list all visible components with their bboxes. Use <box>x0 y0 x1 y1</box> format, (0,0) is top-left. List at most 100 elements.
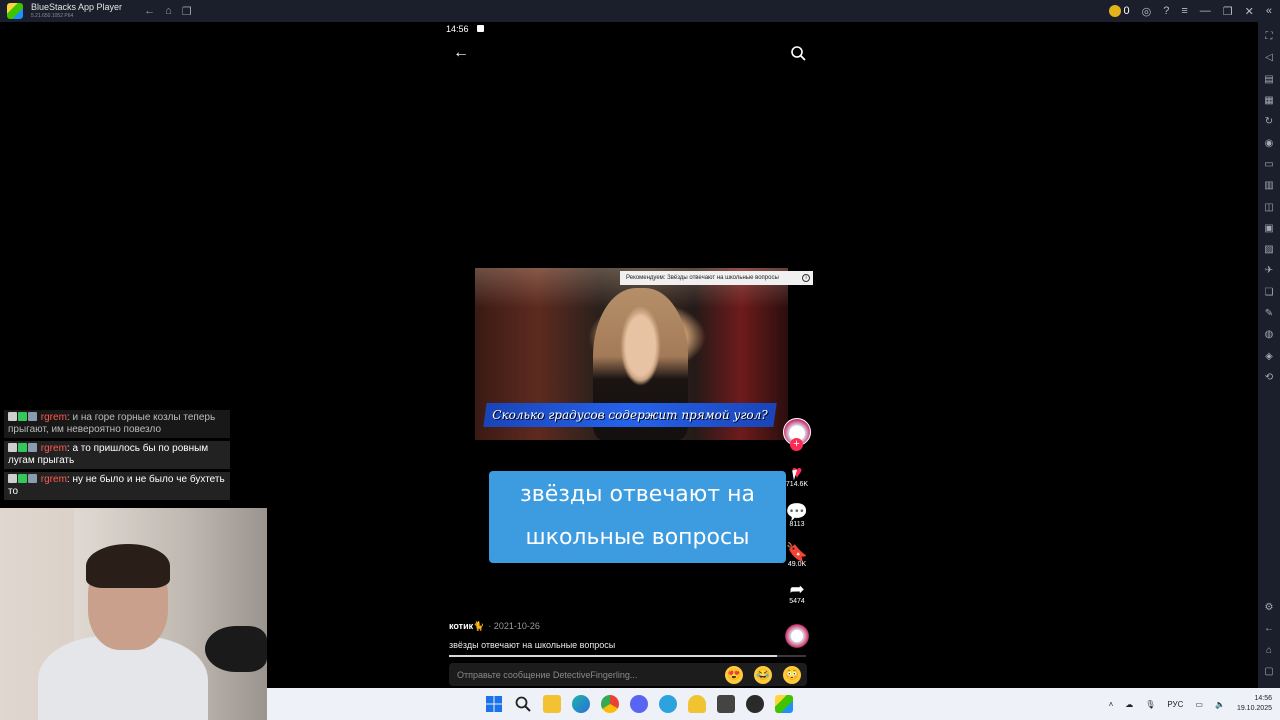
emoji-laugh-icon[interactable]: 😂 <box>754 666 772 684</box>
airplane-icon[interactable]: ✈ <box>1258 260 1280 281</box>
macro-icon[interactable]: ▭ <box>1258 154 1280 175</box>
share-action[interactable]: ➦ 5474 <box>777 580 817 605</box>
coins[interactable]: 0 <box>1108 5 1130 18</box>
verified-badge-icon <box>18 412 27 421</box>
comment-input[interactable] <box>449 663 719 686</box>
restore-icon[interactable]: ❐ <box>1223 5 1233 18</box>
bluestacks-taskbar-icon[interactable] <box>775 695 793 713</box>
discord-icon[interactable] <box>630 695 648 713</box>
status-time: 14:56 <box>446 24 469 34</box>
telegram-icon[interactable] <box>659 695 677 713</box>
file-explorer-icon[interactable] <box>543 695 561 713</box>
chat-message: rgrem: а то пришлось бы по ровным лугам … <box>4 441 230 469</box>
app-title-block: BlueStacks App Player 5.21.650.1052 P64 <box>31 3 122 19</box>
multi-instance-icon[interactable]: ❏ <box>1258 282 1280 303</box>
verified-badge-icon <box>18 443 27 452</box>
android-back-icon[interactable]: ← <box>1258 618 1280 639</box>
tray-mic-icon[interactable]: 🎙 <box>1145 700 1155 709</box>
recommend-text: Рекомендуем: Звёзды отвечают на школьные… <box>626 275 779 281</box>
search-icon[interactable] <box>790 45 806 61</box>
settings-icon[interactable]: ⚙ <box>1258 597 1280 618</box>
video-player[interactable]: Сколько градусов содержит прямой угол? <box>475 268 788 440</box>
comment-count: 8113 <box>789 521 805 528</box>
video-progress-bar[interactable] <box>449 655 806 657</box>
phone-app-icon[interactable] <box>717 695 735 713</box>
media-icon[interactable]: ▣ <box>1258 218 1280 239</box>
follow-button[interactable]: + <box>790 438 803 451</box>
title-nav: ← ⌂ ❐ <box>144 5 192 18</box>
collapse-sidebar-icon[interactable]: « <box>1266 5 1272 17</box>
comment-action[interactable]: 💬 8113 <box>777 503 817 528</box>
comment-icon[interactable]: 💬 <box>777 503 817 521</box>
account-icon[interactable]: ◎ <box>1142 5 1152 18</box>
back-arrow-icon[interactable]: ← <box>453 44 469 62</box>
microphone-icon <box>205 626 267 672</box>
author-name[interactable]: котик🐈 <box>449 621 484 631</box>
share-icon[interactable]: ➦ <box>777 580 817 598</box>
chrome-icon[interactable] <box>601 695 619 713</box>
twitch-badge-icon <box>8 474 17 483</box>
gamepad-icon[interactable]: ▦ <box>1258 90 1280 111</box>
volume-tray-icon[interactable]: 🔈 <box>1215 700 1225 709</box>
music-disc-icon[interactable] <box>785 624 809 648</box>
layers-icon[interactable]: ◈ <box>1258 345 1280 366</box>
sync-icon[interactable]: ⟲ <box>1258 367 1280 388</box>
share-count: 5474 <box>789 598 805 605</box>
record-icon[interactable]: ◉ <box>1258 132 1280 153</box>
fullscreen-icon[interactable]: ⛶ <box>1258 26 1280 47</box>
keyboard-icon[interactable]: ▤ <box>1258 69 1280 90</box>
bookmark-icon[interactable]: 🔖 <box>777 543 817 561</box>
rotate-icon[interactable]: ↻ <box>1258 111 1280 132</box>
title-actions: 0 ◎ ? ≡ — ❐ ✕ « <box>1108 0 1272 22</box>
obs-icon[interactable] <box>746 695 764 713</box>
webcam-person-hair <box>86 544 170 588</box>
twitch-badge-icon <box>8 443 17 452</box>
twitch-badge-icon <box>8 412 17 421</box>
app-title: BlueStacks App Player <box>31 2 123 12</box>
tray-expand-icon[interactable]: ˄ <box>1109 700 1114 709</box>
screen: BlueStacks App Player 5.21.650.1052 P64 … <box>0 0 1280 720</box>
android-recents-icon[interactable]: ▢ <box>1258 661 1280 682</box>
app-tray-icon[interactable] <box>688 695 706 713</box>
network-icon[interactable]: ▭ <box>1195 700 1203 709</box>
menu-icon[interactable]: ≡ <box>1181 5 1187 17</box>
minimize-icon[interactable]: — <box>1200 5 1211 17</box>
video-caption-text: Сколько градусов содержит прямой угол? <box>492 408 768 422</box>
close-icon[interactable]: ✕ <box>1245 5 1254 18</box>
app-version: 5.21.650.1052 P64 <box>31 13 74 19</box>
language-indicator[interactable]: РУС <box>1167 700 1183 709</box>
tray-cloud-icon[interactable]: ☁ <box>1125 700 1133 709</box>
save-action[interactable]: 🔖 49.0K <box>777 543 817 568</box>
video-caption-bar: Сколько градусов содержит прямой угол? <box>483 403 777 427</box>
sub-badge-icon <box>28 443 37 452</box>
windows-start-icon[interactable] <box>485 695 503 713</box>
location-icon[interactable]: ◍ <box>1258 324 1280 345</box>
back-icon[interactable]: ← <box>144 5 155 17</box>
multitask-icon[interactable]: ❐ <box>182 5 192 18</box>
sidebar-bottom: ⚙ ← ⌂ ▢ <box>1258 597 1280 682</box>
comment-bar: 😍 😂 😳 <box>449 663 807 686</box>
taskbar-search-icon[interactable] <box>514 695 532 713</box>
performance-icon[interactable]: ▥ <box>1258 175 1280 196</box>
chat-username: rgrem <box>40 443 67 454</box>
sub-badge-icon <box>28 412 37 421</box>
eco-mode-icon[interactable]: ✎ <box>1258 303 1280 324</box>
video-author[interactable]: котик🐈 · 2021-10-26 <box>449 621 540 632</box>
windows-taskbar: ˄ ☁ 🎙 РУС ▭ 🔈 14:56 19.10.2025 <box>267 688 1280 720</box>
bluestacks-sidebar: ⛶ ◁ ▤ ▦ ↻ ◉ ▭ ▥ ◫ ▣ ▨ ✈ ❏ ✎ ◍ ◈ ⟲ ⚙ ← ⌂ … <box>1258 22 1280 688</box>
coin-icon <box>1108 5 1121 18</box>
clock-time: 14:56 <box>1254 695 1272 702</box>
volume-icon[interactable]: ◁ <box>1258 47 1280 68</box>
info-icon[interactable]: i <box>802 274 810 282</box>
edge-icon[interactable] <box>572 695 590 713</box>
emoji-flushed-icon[interactable]: 😳 <box>783 666 801 684</box>
screenshot-icon[interactable]: ◫ <box>1258 196 1280 217</box>
home-icon[interactable]: ⌂ <box>165 5 172 17</box>
gallery-icon[interactable]: ▨ <box>1258 239 1280 260</box>
android-home-icon[interactable]: ⌂ <box>1258 639 1280 660</box>
video-title-card: звёзды отвечают на школьные вопросы <box>489 471 786 563</box>
emoji-heart-eyes-icon[interactable]: 😍 <box>725 666 743 684</box>
help-icon[interactable]: ? <box>1163 5 1169 17</box>
taskbar-clock[interactable]: 14:56 19.10.2025 <box>1237 694 1272 714</box>
recommend-banner[interactable]: Рекомендуем: Звёзды отвечают на школьные… <box>620 271 813 285</box>
